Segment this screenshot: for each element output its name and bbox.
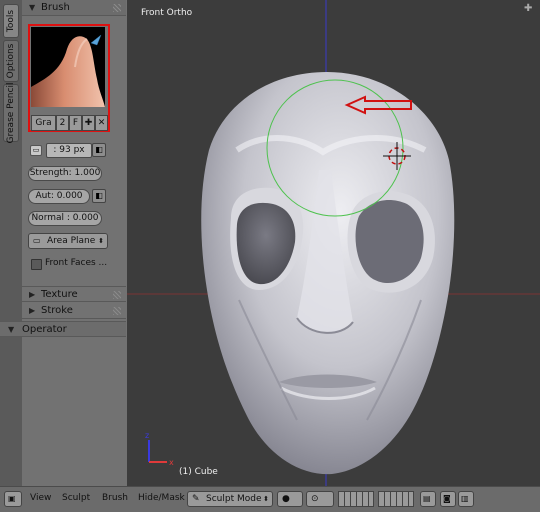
3d-viewport[interactable]: z x Front Ortho (1) Cube ✚ (127, 0, 540, 486)
tab-options[interactable]: Options (3, 40, 19, 82)
normal-weight-slider[interactable]: Normal : 0.000 (28, 211, 102, 226)
plane-icon: ▭ (33, 236, 41, 245)
stroke-panel-title: Stroke (41, 305, 73, 316)
svg-text:z: z (145, 431, 149, 440)
tab-grease-pencil-label: Grease Pencil (6, 82, 16, 144)
expand-right-icon: ▶ (29, 290, 36, 299)
front-faces-label: Front Faces ... (45, 258, 108, 268)
drag-grip-icon[interactable] (113, 4, 121, 12)
texture-panel-header[interactable]: ▶ Texture (22, 286, 126, 302)
expand-right-icon: ▶ (29, 306, 36, 315)
camera-icon[interactable]: ◙ (440, 491, 456, 507)
drag-grip-icon[interactable] (113, 291, 121, 299)
viewport-shading-dropdown[interactable]: ● (277, 491, 303, 507)
drag-grip-icon[interactable] (113, 307, 121, 315)
mode-label: Sculpt Mode (206, 494, 262, 504)
svg-text:x: x (169, 458, 174, 467)
menu-sculpt[interactable]: Sculpt (62, 493, 90, 503)
layer-buttons-left[interactable] (338, 491, 374, 507)
tab-tools[interactable]: Tools (3, 4, 19, 38)
brush-users-button[interactable]: 2 (56, 115, 69, 131)
tool-shelf: ▼ Brush Gra 2 F ✚ ✕ ▭ : 93 px ◧ Strength… (22, 0, 144, 486)
view-name-label: Front Ortho (141, 8, 193, 18)
pivot-icon: ⊙ (311, 494, 319, 504)
pivot-dropdown[interactable]: ⊙ (306, 491, 334, 507)
add-brush-icon[interactable]: ✚ (82, 115, 95, 131)
menu-view[interactable]: View (30, 493, 51, 503)
pressure-icon[interactable]: ◧ (92, 143, 106, 157)
axis-gizmo-icon: z x (145, 431, 174, 467)
close-icon[interactable]: ✕ (95, 115, 108, 131)
brush-datablock-row: Gra 2 F ✚ ✕ (31, 115, 108, 131)
film-icon[interactable]: ▥ (458, 491, 474, 507)
add-region-icon[interactable]: ✚ (524, 4, 534, 14)
chevron-updown-icon: ⬍ (98, 237, 104, 245)
brush-panel-header[interactable]: ▼ Brush (22, 0, 126, 16)
strength-slider[interactable]: Strength: 1.000 (28, 166, 102, 181)
expand-down-icon: ▼ (8, 325, 15, 334)
render-icon[interactable]: ▤ (420, 491, 436, 507)
chevron-updown-icon: ⬍ (263, 495, 269, 503)
tab-grease-pencil[interactable]: Grease Pencil (3, 82, 19, 144)
tab-tools-label: Tools (6, 9, 16, 33)
solid-sphere-icon: ● (282, 494, 290, 504)
brush-mode-icon: ✎ (192, 494, 200, 504)
radius-field[interactable]: : 93 px (46, 143, 92, 158)
operator-panel-header[interactable]: ▼ Operator (0, 321, 126, 337)
sculpt-plane-label: Area Plane (47, 236, 96, 246)
lock-icon[interactable]: ▭ (30, 145, 42, 156)
autosmooth-slider[interactable]: Aut: 0.000 (28, 189, 90, 204)
texture-panel-title: Texture (41, 289, 78, 300)
viewport-header: ▣ View Sculpt Brush Hide/Mask ✎ Sculpt M… (0, 486, 540, 512)
expand-down-icon: ▼ (29, 3, 36, 12)
editor-type-icon[interactable]: ▣ (4, 491, 22, 507)
pressure-icon[interactable]: ◧ (92, 189, 106, 203)
brush-fake-user-button[interactable]: F (69, 115, 82, 131)
brush-preview-image[interactable] (31, 27, 105, 107)
tool-tab-strip: Tools Options Grease Pencil (0, 0, 23, 486)
layer-buttons-right[interactable] (378, 491, 414, 507)
front-faces-checkbox[interactable] (31, 259, 42, 270)
active-object-label: (1) Cube (179, 467, 218, 477)
menu-hide-mask[interactable]: Hide/Mask (138, 493, 185, 503)
tab-options-label: Options (6, 43, 16, 79)
menu-brush[interactable]: Brush (102, 493, 128, 503)
brush-panel-title: Brush (41, 2, 70, 13)
sculpt-mesh[interactable] (201, 72, 455, 475)
brush-name-button[interactable]: Gra (31, 115, 56, 131)
sculpt-plane-dropdown[interactable]: ▭ Area Plane ⬍ (28, 233, 108, 249)
operator-panel-title: Operator (22, 324, 67, 335)
stroke-panel-header[interactable]: ▶ Stroke (22, 303, 126, 319)
mode-dropdown[interactable]: ✎ Sculpt Mode ⬍ (187, 491, 273, 507)
